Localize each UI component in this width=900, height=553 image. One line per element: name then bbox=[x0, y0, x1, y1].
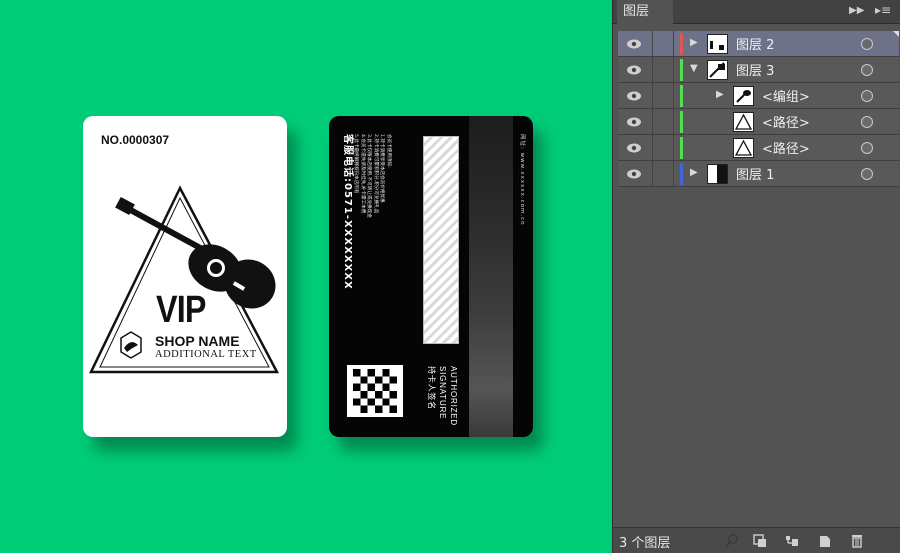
layer-row[interactable]: <路径> bbox=[618, 109, 899, 135]
new-sublayer-icon[interactable] bbox=[784, 533, 800, 549]
lock-toggle[interactable] bbox=[652, 161, 674, 186]
layer-thumbnail bbox=[733, 86, 754, 106]
layer-thumbnail bbox=[707, 34, 728, 54]
layer-count: 3 个图层 bbox=[619, 536, 671, 551]
expand-arrow-icon[interactable]: ▶ bbox=[690, 37, 698, 48]
layer-color-bar bbox=[680, 111, 683, 133]
rule-line: 会员卡使用须知: bbox=[386, 134, 391, 168]
lock-toggle[interactable] bbox=[652, 57, 674, 82]
target-circle-icon[interactable] bbox=[861, 90, 873, 102]
search-icon[interactable] bbox=[724, 533, 740, 549]
visibility-eye-icon[interactable] bbox=[622, 89, 646, 103]
new-layer-icon[interactable] bbox=[817, 533, 833, 549]
authorized-signature-block: AUTHORIZED SIGNATURE 持卡人签名 bbox=[426, 366, 459, 426]
target-circle-icon[interactable] bbox=[861, 38, 873, 50]
selection-indicator-icon bbox=[893, 31, 899, 37]
website-text: 网址: www.xxxxxx.com.cn bbox=[519, 134, 525, 226]
collapse-arrow-icon[interactable]: ▼ bbox=[690, 63, 698, 74]
double-chevron-right-icon[interactable]: ▶▶ bbox=[849, 5, 864, 16]
layer-color-bar bbox=[680, 85, 683, 107]
guitar-triangle-logo bbox=[83, 116, 287, 437]
visibility-eye-icon[interactable] bbox=[622, 115, 646, 129]
clipping-mask-icon[interactable] bbox=[752, 533, 768, 549]
layer-row[interactable]: ▼ 图层 3 bbox=[618, 57, 899, 83]
delete-icon[interactable] bbox=[849, 533, 865, 549]
vip-card-front[interactable]: NO.0000307 VIP SHOP NAME ADDITIONAL TEXT bbox=[83, 116, 287, 437]
rule-line: 1.持卡消费享受本店会员价格优惠 bbox=[379, 134, 385, 203]
additional-text: ADDITIONAL TEXT bbox=[155, 349, 257, 360]
layer-color-bar bbox=[680, 163, 683, 185]
layers-list: ▶ 图层 2 ▼ 图层 3 ▶ <编组> <路径> <路径> ▶ 图层 1 bbox=[618, 31, 899, 187]
layer-name[interactable]: 图层 3 bbox=[736, 60, 774, 79]
layer-name[interactable]: <路径> bbox=[762, 112, 810, 131]
cardholder-sign-text: 持卡人签名 bbox=[427, 366, 436, 410]
rules-list: 会员卡使用须知: 1.持卡消费享受本店会员价格优惠 2.持卡消费可累积积分,积分… bbox=[351, 134, 391, 218]
panel-menu-icon[interactable]: ▸≡ bbox=[875, 3, 891, 17]
expand-arrow-icon[interactable]: ▶ bbox=[690, 167, 698, 178]
visibility-eye-icon[interactable] bbox=[622, 167, 646, 181]
signature-text: SIGNATURE bbox=[438, 366, 447, 420]
rule-line: 3.此卡仅限本店使用,不可转让或兑换现金 bbox=[366, 134, 372, 218]
lock-toggle[interactable] bbox=[652, 135, 674, 160]
layer-row[interactable]: <路径> bbox=[618, 135, 899, 161]
target-circle-icon[interactable] bbox=[861, 168, 873, 180]
layer-thumbnail bbox=[733, 138, 754, 158]
vip-title: VIP bbox=[156, 289, 206, 331]
layer-thumbnail bbox=[707, 164, 728, 184]
layer-row[interactable]: ▶ 图层 2 bbox=[618, 31, 899, 57]
layers-panel: 图层 ▶▶ ▸≡ ▶ 图层 2 ▼ 图层 3 ▶ <编组> <路径> <路径> … bbox=[612, 0, 900, 553]
layer-color-bar bbox=[680, 137, 683, 159]
expand-arrow-icon[interactable]: ▶ bbox=[716, 89, 724, 100]
rule-line: 2.持卡消费可累积积分,积分可兑换礼品 bbox=[372, 134, 378, 214]
layer-name[interactable]: <路径> bbox=[762, 138, 810, 157]
panel-footer: 3 个图层 bbox=[613, 527, 900, 553]
visibility-eye-icon[interactable] bbox=[622, 37, 646, 51]
lock-toggle[interactable] bbox=[652, 31, 674, 56]
layer-row[interactable]: ▶ 图层 1 bbox=[618, 161, 899, 187]
magnetic-stripe bbox=[469, 116, 513, 437]
lock-toggle[interactable] bbox=[652, 109, 674, 134]
target-circle-icon[interactable] bbox=[861, 116, 873, 128]
vip-card-back[interactable]: 客服电话:0571-XXXXXXXX 会员卡使用须知: 1.持卡消费享受本店会员… bbox=[329, 116, 533, 437]
target-circle-icon[interactable] bbox=[861, 142, 873, 154]
layer-name[interactable]: 图层 2 bbox=[736, 34, 774, 53]
layer-color-bar bbox=[680, 33, 683, 55]
visibility-eye-icon[interactable] bbox=[622, 63, 646, 77]
card-number: NO.0000307 bbox=[101, 133, 170, 147]
tab-layers[interactable]: 图层 bbox=[617, 0, 673, 24]
layer-name[interactable]: <编组> bbox=[762, 86, 810, 105]
lock-toggle[interactable] bbox=[652, 83, 674, 108]
layer-thumbnail bbox=[733, 112, 754, 132]
qr-code bbox=[347, 365, 403, 417]
artboard-canvas[interactable]: NO.0000307 VIP SHOP NAME ADDITIONAL TEXT… bbox=[0, 0, 612, 553]
rule-line: 5.此卡最终解释权归本店所有 bbox=[353, 134, 359, 194]
shop-name: SHOP NAME bbox=[155, 333, 240, 349]
layer-row[interactable]: ▶ <编组> bbox=[618, 83, 899, 109]
target-circle-icon[interactable] bbox=[861, 64, 873, 76]
rule-line: 4.会员卡遗失请及时挂失,补卡需工本费 bbox=[359, 134, 365, 214]
layer-name[interactable]: 图层 1 bbox=[736, 164, 774, 183]
panel-header: 图层 ▶▶ ▸≡ bbox=[613, 0, 900, 24]
authorized-text: AUTHORIZED bbox=[449, 366, 458, 426]
visibility-eye-icon[interactable] bbox=[622, 141, 646, 155]
signature-panel bbox=[423, 136, 459, 344]
layer-color-bar bbox=[680, 59, 683, 81]
layer-thumbnail bbox=[707, 60, 728, 80]
